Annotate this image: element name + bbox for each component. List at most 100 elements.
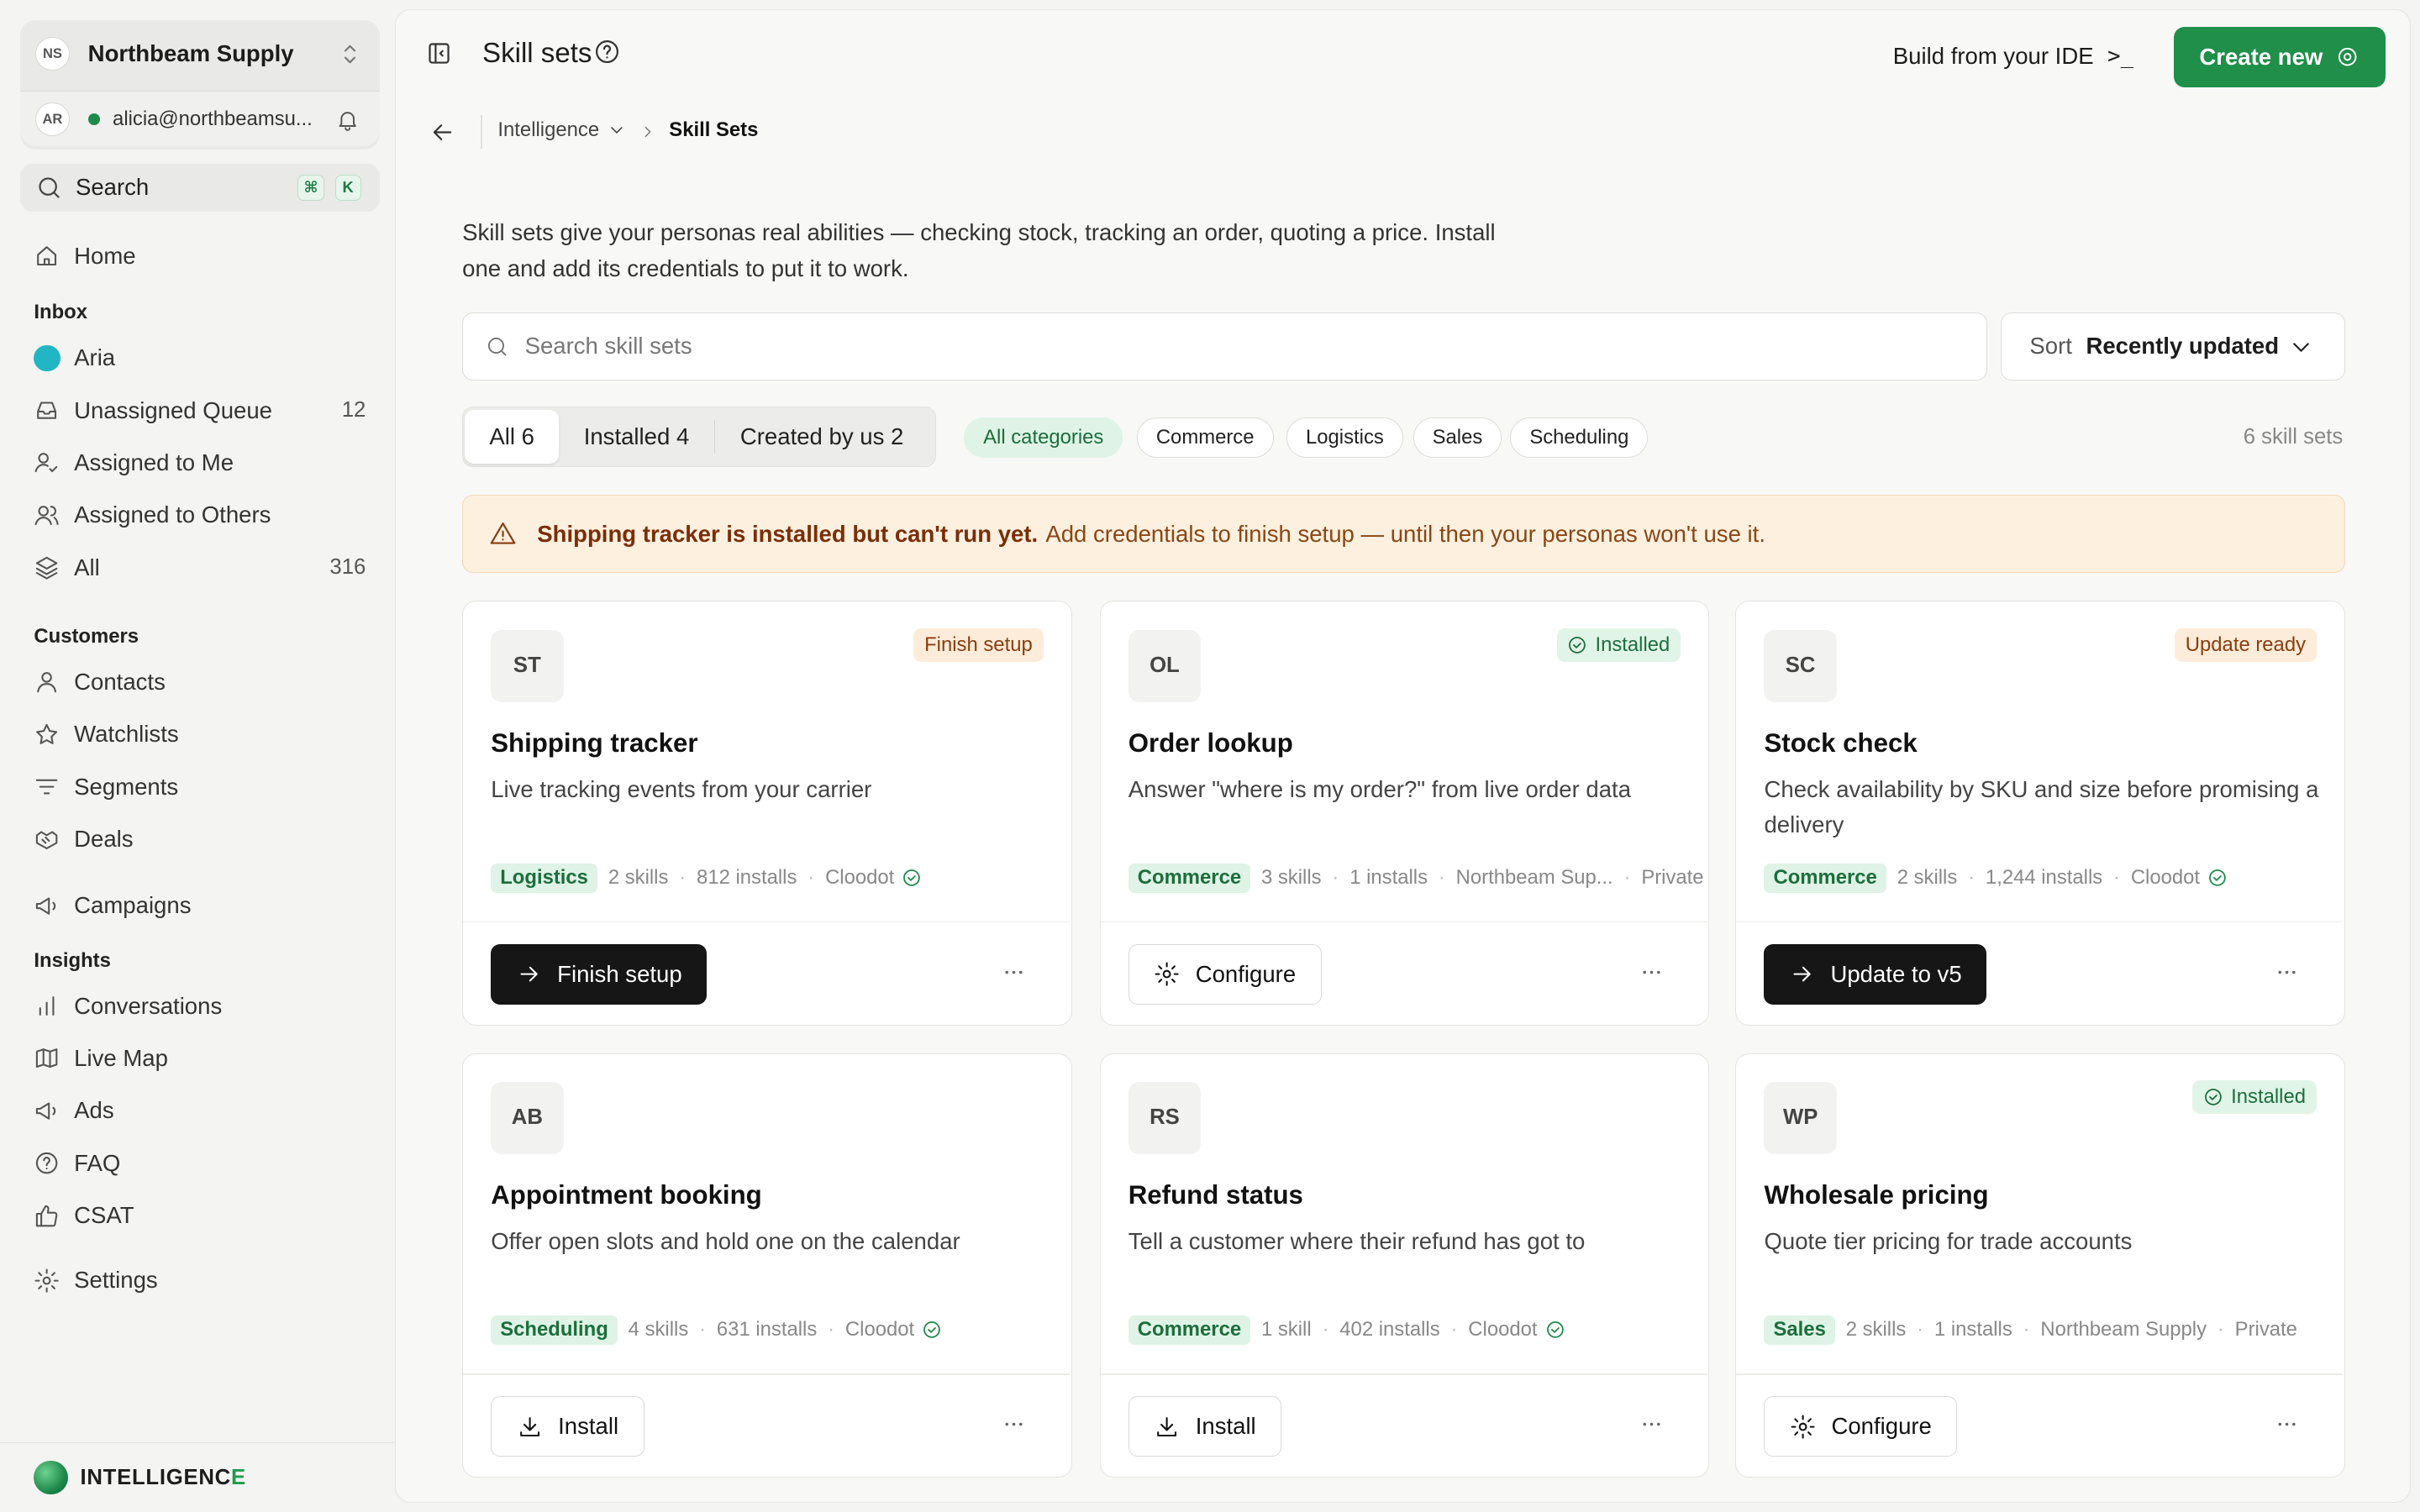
skill-card-refund-status[interactable]: RS Refund status Tell a customer where t… <box>1099 1053 1710 1478</box>
chevron-up-down-icon <box>345 45 356 64</box>
aria-avatar-dot <box>34 344 60 371</box>
author: Northbeam Sup... <box>1455 866 1613 890</box>
nav-watchlists[interactable]: Watchlists <box>34 717 373 751</box>
nav-assigned-to-others[interactable]: Assigned to Others <box>34 498 373 532</box>
meta-separator: · <box>808 866 815 890</box>
more-horizontal-icon[interactable] <box>1638 958 1665 986</box>
nav-settings[interactable]: Settings <box>34 1263 373 1297</box>
skill-search[interactable] <box>462 312 1987 381</box>
installs-count: 812 installs <box>697 866 797 890</box>
install-button[interactable]: Install <box>491 1396 644 1457</box>
nav-faq[interactable]: FAQ <box>34 1147 373 1180</box>
nav-section-customers: Customers <box>34 624 139 648</box>
back-arrow-icon[interactable] <box>429 118 456 146</box>
nav-aria[interactable]: Aria <box>34 341 373 375</box>
more-horizontal-icon[interactable] <box>1000 958 1028 986</box>
card-divider <box>1736 1373 2344 1375</box>
skills-count: 4 skills <box>628 1318 689 1341</box>
category-chip-logistics[interactable]: Logistics <box>1286 417 1403 458</box>
arrow-right-icon <box>520 967 538 982</box>
configure-button[interactable]: Configure <box>1128 944 1322 1005</box>
card-divider <box>1736 921 2344 923</box>
skill-search-input[interactable] <box>524 333 1914 360</box>
breadcrumb-parent[interactable]: Intelligence <box>497 118 627 142</box>
nav-segments[interactable]: Segments <box>34 770 373 804</box>
skill-card-shipping-tracker[interactable]: ST Finish setup Shipping tracker Live tr… <box>462 601 1072 1026</box>
workspace-switcher[interactable]: NS Northbeam Supply <box>20 20 380 88</box>
bar-chart-icon <box>39 996 55 1016</box>
build-from-ide-button[interactable]: Build from your IDE >_ <box>1893 43 2133 70</box>
nav-label: Conversations <box>74 992 223 1019</box>
create-new-button[interactable]: Create new <box>2174 27 2386 87</box>
segment-all[interactable]: All 6 <box>464 409 560 464</box>
gear-icon <box>2338 48 2357 66</box>
skill-description: Check availability by SKU and size befor… <box>1764 775 2319 837</box>
sidebar: NS Northbeam Supply AR alicia@northbeams… <box>0 0 396 1512</box>
brand-name: INTELLIGENCE <box>81 1466 246 1490</box>
category-chip-sales[interactable]: Sales <box>1413 417 1502 458</box>
nav-deals[interactable]: Deals <box>34 822 373 856</box>
segment-installed[interactable]: Installed 4 <box>559 410 713 464</box>
map-icon <box>36 1048 58 1068</box>
more-horizontal-icon[interactable] <box>1638 1410 1665 1438</box>
more-horizontal-icon[interactable] <box>2273 1410 2301 1438</box>
more-horizontal-icon[interactable] <box>1000 1410 1028 1438</box>
ide-button-label: Build from your IDE <box>1892 42 2094 69</box>
skills-count: 2 skills <box>1897 866 1958 890</box>
create-button-label: Create new <box>2199 44 2323 71</box>
search-label: Search <box>75 174 150 201</box>
help-circle-icon[interactable] <box>593 38 621 66</box>
skill-card-wholesale-pricing[interactable]: WP Installed Wholesale pricing Quote tie… <box>1735 1053 2345 1478</box>
bell-icon[interactable] <box>335 108 360 132</box>
meta-separator: · <box>1450 1318 1458 1341</box>
nav-all[interactable]: All 316 <box>34 551 373 585</box>
global-search[interactable]: Search ⌘ K <box>19 163 380 212</box>
nav-csat[interactable]: CSAT <box>34 1199 373 1232</box>
button-label: Install <box>1195 1413 1256 1440</box>
nav-unassigned-queue[interactable]: Unassigned Queue 12 <box>34 393 373 427</box>
setup-warning-banner: Shipping tracker is installed but can't … <box>462 494 2345 574</box>
nav-home[interactable]: Home <box>34 239 373 273</box>
sort-value: Recently updated <box>2086 333 2280 360</box>
configure-button[interactable]: Configure <box>1764 1396 1958 1457</box>
category-chip-all[interactable]: All categories <box>964 417 1123 458</box>
nav-assigned-to-me[interactable]: Assigned to Me <box>34 446 373 480</box>
button-label: Configure <box>1195 961 1297 988</box>
nav-section-inbox: Inbox <box>34 301 88 324</box>
category-chip-commerce[interactable]: Commerce <box>1136 417 1274 458</box>
category-chip-scheduling[interactable]: Scheduling <box>1510 417 1649 458</box>
skill-title: Order lookup <box>1128 728 1293 759</box>
more-horizontal-icon[interactable] <box>2273 958 2301 986</box>
skill-card-order-lookup[interactable]: OL Installed Order lookup Answer "where … <box>1099 601 1710 1026</box>
nav-conversations[interactable]: Conversations <box>34 989 373 1022</box>
category-tag: Commerce <box>1128 863 1251 893</box>
user-row[interactable]: AR alicia@northbeamsu... <box>19 91 380 147</box>
skill-card-appointment-booking[interactable]: AB Appointment booking Offer open slots … <box>462 1053 1072 1478</box>
page-title: Skill sets <box>482 38 592 70</box>
layers-icon <box>36 557 58 580</box>
skill-card-stock-check[interactable]: SC Update ready Stock check Check availa… <box>1735 601 2345 1026</box>
visibility: Private <box>1641 866 1704 890</box>
kbd-command: ⌘ <box>297 174 324 201</box>
nav-campaigns[interactable]: Campaigns <box>34 889 373 922</box>
brand-footer: INTELLIGENCE <box>0 1442 396 1512</box>
update-button[interactable]: Update to v5 <box>1764 944 1987 1005</box>
install-button[interactable]: Install <box>1128 1396 1282 1457</box>
skill-title: Refund status <box>1128 1180 1303 1210</box>
nav-label: Unassigned Queue <box>74 396 272 423</box>
finish-setup-button[interactable]: Finish setup <box>491 944 708 1005</box>
verified-check-icon <box>923 1321 941 1339</box>
nav-ads[interactable]: Ads <box>34 1094 373 1127</box>
segment-created-by-us[interactable]: Created by us 2 <box>715 410 928 464</box>
chevron-right-icon <box>644 126 651 138</box>
category-tag: Commerce <box>1764 863 1886 893</box>
nav-label: Assigned to Others <box>74 501 271 528</box>
skill-title: Shipping tracker <box>491 728 698 759</box>
help-circle-icon <box>36 1152 58 1174</box>
sort-dropdown[interactable]: Sort Recently updated <box>2001 312 2345 381</box>
nav-live-map[interactable]: Live Map <box>34 1042 373 1075</box>
button-label: Configure <box>1831 1413 1932 1440</box>
home-icon <box>37 246 57 266</box>
sidebar-toggle-icon[interactable] <box>425 39 453 67</box>
nav-contacts[interactable]: Contacts <box>34 665 373 699</box>
